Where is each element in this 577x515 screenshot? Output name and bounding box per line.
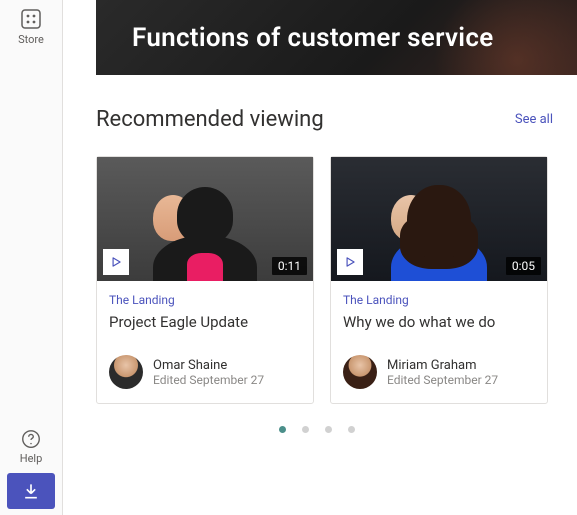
site-link[interactable]: The Landing — [109, 293, 301, 307]
see-all-link[interactable]: See all — [515, 112, 553, 127]
author-name: Miriam Graham — [387, 358, 498, 373]
left-rail: Store Help — [0, 0, 63, 515]
video-card[interactable]: 0:05 The Landing Why we do what we do Mi… — [330, 156, 548, 404]
page-dot[interactable] — [279, 426, 286, 433]
video-title: Project Eagle Update — [109, 313, 301, 331]
author-name: Omar Shaine — [153, 358, 264, 373]
video-thumbnail: 0:11 — [97, 157, 313, 281]
play-icon — [343, 255, 357, 269]
store-icon — [19, 7, 43, 31]
help-icon — [20, 428, 42, 450]
store-nav-item[interactable]: Store — [15, 4, 47, 49]
section-title: Recommended viewing — [96, 107, 324, 132]
download-icon — [21, 481, 41, 501]
card-list: 0:11 The Landing Project Eagle Update Om… — [96, 156, 577, 404]
hero-title: Functions of customer service — [132, 23, 494, 53]
duration-badge: 0:11 — [272, 257, 307, 275]
help-label: Help — [20, 452, 43, 465]
help-nav-item[interactable]: Help — [16, 424, 47, 469]
main-content: Functions of customer service Recommende… — [63, 0, 577, 515]
play-icon — [109, 255, 123, 269]
play-button[interactable] — [337, 249, 363, 275]
video-card[interactable]: 0:11 The Landing Project Eagle Update Om… — [96, 156, 314, 404]
play-button[interactable] — [103, 249, 129, 275]
page-dot[interactable] — [325, 426, 332, 433]
store-label: Store — [18, 33, 44, 46]
pagination-dots — [96, 426, 577, 433]
video-thumbnail: 0:05 — [331, 157, 547, 281]
duration-badge: 0:05 — [506, 257, 541, 275]
page-dot[interactable] — [348, 426, 355, 433]
site-link[interactable]: The Landing — [343, 293, 535, 307]
edited-date: Edited September 27 — [153, 373, 264, 387]
page-dot[interactable] — [302, 426, 309, 433]
edited-date: Edited September 27 — [387, 373, 498, 387]
avatar — [109, 355, 143, 389]
hero-banner[interactable]: Functions of customer service — [96, 0, 577, 75]
download-button[interactable] — [7, 473, 55, 509]
video-title: Why we do what we do — [343, 313, 535, 331]
avatar — [343, 355, 377, 389]
